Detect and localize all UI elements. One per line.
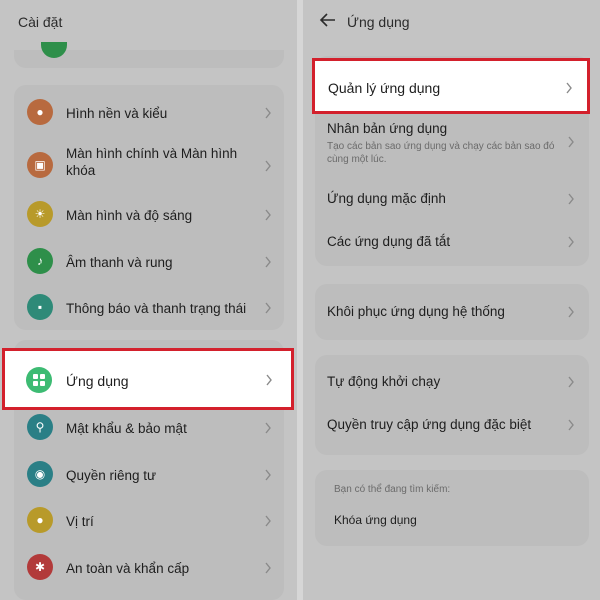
sidebar-item-wallpaper[interactable]: ● Hình nền và kiểu xyxy=(14,90,284,136)
default-apps-item[interactable]: Ứng dụng mặc định xyxy=(315,176,589,220)
page-title: Cài đặt xyxy=(18,14,63,30)
page-title: Ứng dụng xyxy=(347,14,410,30)
app-clone-item[interactable]: Nhân bản ứng dụng Tạo các bản sao ứng dụ… xyxy=(315,116,589,166)
disabled-apps-item[interactable]: Các ứng dụng đã tắt xyxy=(315,220,589,264)
item-label: Mật khẩu & bảo mật xyxy=(66,421,187,436)
chevron-right-icon xyxy=(568,306,574,318)
key-icon: ⚲ xyxy=(27,414,53,440)
sidebar-item-apps[interactable]: Ứng dụng xyxy=(2,348,294,410)
search-suggestion-card xyxy=(315,470,589,546)
chevron-right-icon xyxy=(265,107,271,119)
chevron-right-icon xyxy=(266,374,272,386)
chevron-right-icon xyxy=(568,419,574,431)
chevron-right-icon xyxy=(265,160,271,172)
sidebar-item-notifications[interactable]: ▪ Thông báo và thanh trạng thái xyxy=(14,285,284,331)
location-pin-icon: ● xyxy=(27,507,53,533)
sidebar-item-sound[interactable]: ♪ Âm thanh và rung xyxy=(14,239,284,285)
item-label: Quyền truy cập ứng dụng đặc biệt xyxy=(327,417,532,432)
auto-launch-item[interactable]: Tự động khởi chạy xyxy=(315,360,589,404)
apps-panel: Ứng dụng Quản lý ứng dụng Nhân bản ứng d… xyxy=(303,0,600,600)
back-arrow-icon[interactable] xyxy=(317,8,339,32)
chevron-right-icon xyxy=(566,82,572,94)
eye-icon: ◉ xyxy=(27,461,53,487)
sidebar-item-passwords[interactable]: ⚲ Mật khẩu & bảo mật xyxy=(14,405,284,451)
restore-system-apps-item[interactable]: Khôi phục ứng dụng hệ thống xyxy=(315,284,589,340)
item-label: Tự động khởi chạy xyxy=(327,374,441,389)
item-label: An toàn và khẩn cấp xyxy=(66,561,190,576)
item-label: Ứng dụng mặc định xyxy=(327,191,446,206)
partial-icon xyxy=(41,42,67,58)
chevron-right-icon xyxy=(265,562,271,574)
item-label: Khôi phục ứng dụng hệ thống xyxy=(327,304,505,319)
item-label: Quyền riêng tư xyxy=(66,468,157,483)
item-label: Thông báo và thanh trạng thái xyxy=(66,301,247,316)
item-label: Màn hình và độ sáng xyxy=(66,208,193,223)
sidebar-item-privacy[interactable]: ◉ Quyền riêng tư xyxy=(14,452,284,498)
manage-apps-item[interactable]: Quản lý ứng dụng xyxy=(312,58,590,114)
sidebar-item-location[interactable]: ● Vị trí xyxy=(14,498,284,544)
item-label: Âm thanh và rung xyxy=(66,255,173,270)
sidebar-item-safety[interactable]: ✱ An toàn và khẩn cấp xyxy=(14,545,284,591)
chevron-right-icon xyxy=(265,469,271,481)
sidebar-item-display[interactable]: ☀ Màn hình và độ sáng xyxy=(14,192,284,238)
chevron-right-icon xyxy=(568,236,574,248)
chevron-right-icon xyxy=(265,515,271,527)
chevron-right-icon xyxy=(265,422,271,434)
app-lock-suggestion[interactable]: Khóa ứng dụng xyxy=(334,513,417,527)
bell-icon: ♪ xyxy=(27,248,53,274)
chevron-right-icon xyxy=(568,193,574,205)
item-label: Các ứng dụng đã tắt xyxy=(327,234,451,249)
sidebar-item-home-lock-screen[interactable]: ▣ Màn hình chính và Màn hình khóa xyxy=(14,140,284,192)
item-label: Màn hình chính và Màn hình khóa xyxy=(66,146,238,178)
special-app-access-item[interactable]: Quyền truy cập ứng dụng đặc biệt xyxy=(315,404,589,448)
top-card-partial xyxy=(14,42,284,68)
item-label: Hình nền và kiểu xyxy=(66,106,168,121)
item-label: Vị trí xyxy=(66,514,94,529)
chevron-right-icon xyxy=(568,136,574,148)
item-description: Tạo các bản sao ứng dụng và chạy các bản… xyxy=(327,141,555,165)
search-hint: Bạn có thể đang tìm kiếm: xyxy=(334,484,451,495)
sun-icon: ☀ xyxy=(27,201,53,227)
palette-icon: ● xyxy=(27,99,53,125)
item-label: Ứng dụng xyxy=(66,373,129,389)
chevron-right-icon xyxy=(568,376,574,388)
chevron-right-icon xyxy=(265,256,271,268)
asterisk-icon: ✱ xyxy=(27,554,53,580)
item-label: Quản lý ứng dụng xyxy=(328,80,441,96)
chevron-right-icon xyxy=(265,302,271,314)
item-label: Nhân bản ứng dụng xyxy=(327,121,448,136)
notification-icon: ▪ xyxy=(27,294,53,320)
chevron-right-icon xyxy=(265,209,271,221)
apps-grid-icon xyxy=(26,367,52,393)
settings-panel: Cài đặt ● Hình nền và kiểu ▣ Màn hình ch… xyxy=(0,0,297,600)
image-icon: ▣ xyxy=(27,152,53,178)
